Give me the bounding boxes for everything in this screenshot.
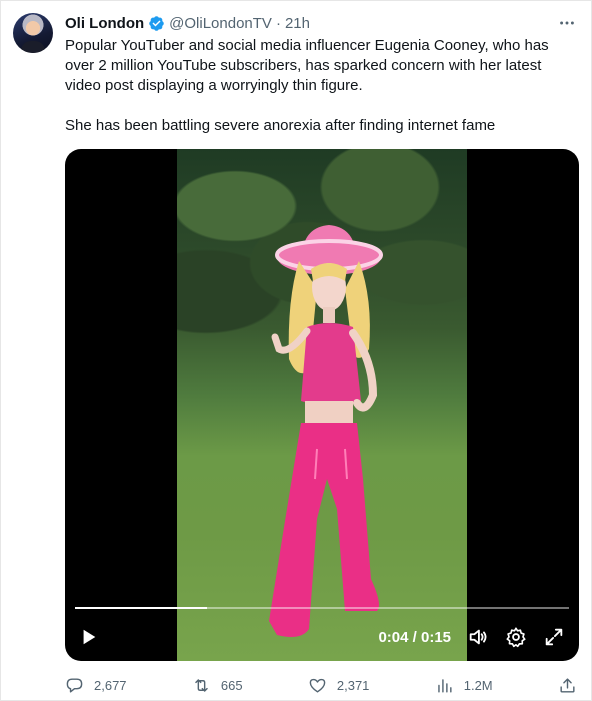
verified-badge-icon <box>148 15 165 32</box>
views-bar-chart-icon <box>435 676 454 695</box>
video-controls: 0:04 / 0:15 <box>65 613 579 661</box>
fullscreen-icon[interactable] <box>543 626 565 648</box>
views-button[interactable]: 1.2M <box>435 673 493 697</box>
views-count: 1.2M <box>463 677 493 693</box>
tweet-paragraph: Popular YouTuber and social media influe… <box>65 37 549 94</box>
tweet-text: Popular YouTuber and social media influe… <box>65 36 575 136</box>
like-button[interactable]: 2,371 <box>308 673 370 697</box>
more-dots-icon[interactable] <box>557 13 577 33</box>
tweet-time[interactable]: 21h <box>285 15 310 32</box>
heart-icon <box>308 676 327 695</box>
tweet-paragraph: She has been battling severe anorexia af… <box>65 117 496 134</box>
reply-icon <box>65 676 84 695</box>
tweet-actions: 2,677 665 2,371 1.2M <box>65 673 577 697</box>
person-figure <box>269 225 383 637</box>
video-progress-bar[interactable] <box>75 607 569 609</box>
share-button[interactable] <box>558 673 577 697</box>
tweet-header: Oli London @OliLondonTV · 21h <box>65 13 573 33</box>
settings-gear-icon[interactable] <box>505 626 527 648</box>
reply-button[interactable]: 2,677 <box>65 673 127 697</box>
author-handle[interactable]: @OliLondonTV <box>169 15 272 32</box>
video-frame <box>177 149 467 661</box>
separator: · <box>275 14 281 32</box>
like-count: 2,371 <box>336 677 370 693</box>
retweet-icon <box>192 676 211 695</box>
volume-icon[interactable] <box>467 626 489 648</box>
retweet-button[interactable]: 665 <box>192 673 243 697</box>
retweet-count: 665 <box>220 677 243 693</box>
video-timecode: 0:04 / 0:15 <box>378 628 451 646</box>
video-player[interactable]: 0:04 / 0:15 <box>65 149 579 661</box>
reply-count: 2,677 <box>94 677 127 693</box>
author-avatar[interactable] <box>13 13 53 53</box>
share-icon <box>558 676 577 695</box>
video-progress-fill <box>75 607 207 609</box>
author-name[interactable]: Oli London <box>65 15 144 32</box>
play-icon[interactable] <box>79 627 99 647</box>
